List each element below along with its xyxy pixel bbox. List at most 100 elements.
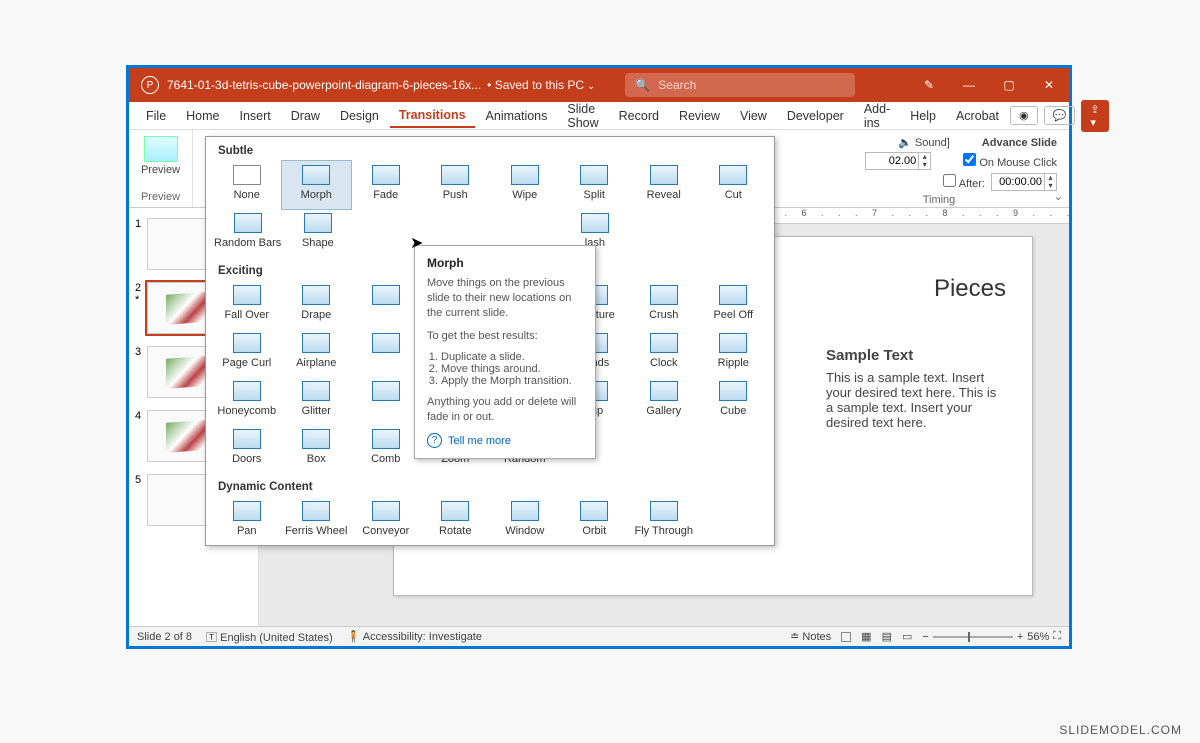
transition-push[interactable]: Push [421,161,491,209]
transition-box[interactable]: Box [282,425,352,473]
tooltip-note: Anything you add or delete will fade in … [427,395,583,425]
menu-design[interactable]: Design [331,105,388,127]
save-status[interactable]: • Saved to this PC [487,78,595,92]
menu-home[interactable]: Home [177,105,228,127]
transition-wipe[interactable]: Wipe [490,161,560,209]
menu-transitions[interactable]: Transitions [390,104,475,128]
onclick-checkbox[interactable]: On Mouse Click [963,153,1057,169]
transition-fly-through[interactable]: Fly Through [629,497,699,545]
preview-icon [144,136,178,162]
menu-insert[interactable]: Insert [231,105,280,127]
transition-drape[interactable]: Drape [282,281,352,329]
timing-group: 🔈 Sound] Advance Slide ▴▾ On Mouse Click… [809,130,1069,207]
search-placeholder: Search [658,78,696,92]
menu-review[interactable]: Review [670,105,729,127]
menu-addins[interactable]: Add-ins [855,98,899,134]
share-button[interactable]: ⇪ ▾ [1081,100,1108,132]
sorter-view-icon[interactable]: ▦ [861,630,871,643]
tell-me-more-link[interactable]: Tell me more [427,433,583,448]
search-icon: 🔍 [635,78,650,92]
transition-morph[interactable]: Morph [282,161,352,209]
transition-cut[interactable]: Cut [699,161,769,209]
after-checkbox[interactable]: After: [943,174,985,190]
close-button[interactable]: ✕ [1029,68,1069,102]
preview-group: Preview Preview [129,130,193,207]
menu-animations[interactable]: Animations [477,105,557,127]
document-title: 7641-01-3d-tetris-cube-powerpoint-diagra… [167,78,481,92]
transition-honeycomb[interactable]: Honeycomb [212,377,282,425]
transitions-gallery: Subtle NoneMorphFadePushWipeSplitRevealC… [205,136,775,546]
ribbon-collapse-icon[interactable]: ⌄ [1054,190,1063,203]
section-subtle: Subtle [206,137,774,161]
transition-split[interactable]: Split [560,161,630,209]
fit-icon[interactable]: ⛶ [1053,630,1061,643]
transition-pan[interactable]: Pan [212,497,282,545]
after-input[interactable] [992,176,1044,188]
transition-rotate[interactable]: Rotate [421,497,491,545]
status-bar: Slide 2 of 8 🅃 English (United States) 🧍… [129,626,1069,646]
transition-glitter[interactable]: Glitter [282,377,352,425]
minimize-button[interactable]: — [949,68,989,102]
duration-spinner[interactable]: ▴▾ [865,152,931,170]
transition-shape[interactable]: Shape [283,209,352,257]
sound-label: 🔈 Sound] [898,136,950,149]
transition-comb[interactable]: Comb [351,425,421,473]
menu-help[interactable]: Help [901,105,945,127]
menu-draw[interactable]: Draw [282,105,329,127]
maximize-button[interactable]: ▢ [989,68,1029,102]
transition-random-bars[interactable]: Random Bars [212,209,283,257]
transition-reveal[interactable]: Reveal [629,161,699,209]
transition-none[interactable]: None [212,161,282,209]
zoom-level: 56% [1027,631,1049,643]
tooltip-steps: Duplicate a slide. Move things around. A… [441,351,583,387]
slide-title: Pieces [934,275,1006,303]
transition-orbit[interactable]: Orbit [560,497,630,545]
notes-button[interactable]: ≐ Notes [790,630,831,643]
menu-acrobat[interactable]: Acrobat [947,105,1008,127]
transition-ripple[interactable]: Ripple [699,329,769,377]
menu-view[interactable]: View [731,105,776,127]
record-button[interactable]: ◉ [1010,106,1038,125]
transition-gallery[interactable]: Gallery [629,377,699,425]
zoom-control[interactable]: −+ 56% ⛶ [922,630,1061,643]
transition-airplane[interactable]: Airplane [282,329,352,377]
transition-ferris-wheel[interactable]: Ferris Wheel [282,497,352,545]
slide-subheading: Sample Text [826,347,1006,364]
accessibility-indicator[interactable]: 🧍 Accessibility: Investigate [347,630,482,643]
app-window: P 7641-01-3d-tetris-cube-powerpoint-diag… [126,65,1072,649]
transition-doors[interactable]: Doors [212,425,282,473]
tooltip-title: Morph [427,256,583,270]
transition-peel-off[interactable]: Peel Off [699,281,769,329]
transition-clock[interactable]: Clock [629,329,699,377]
menu-developer[interactable]: Developer [778,105,853,127]
transition-crush[interactable]: Crush [629,281,699,329]
transition-conveyor[interactable]: Conveyor [351,497,421,545]
advance-slide-label: Advance Slide [982,137,1057,149]
language-indicator[interactable]: 🅃 English (United States) [206,629,333,645]
transition-fade[interactable]: Fade [351,161,421,209]
pen-icon[interactable]: ✎ [909,68,949,102]
after-spinner[interactable]: ▴▾ [991,173,1057,191]
menu-slideshow[interactable]: Slide Show [558,98,607,134]
transition-window[interactable]: Window [490,497,560,545]
duration-input[interactable] [866,155,918,167]
powerpoint-icon: P [141,76,159,94]
comments-button[interactable]: 💬 [1044,106,1076,125]
tooltip-besthdr: To get the best results: [427,329,583,344]
menu-record[interactable]: Record [610,105,668,127]
watermark: SLIDEMODEL.COM [1059,723,1182,737]
search-box[interactable]: 🔍 Search [625,73,855,97]
menu-file[interactable]: File [137,105,175,127]
preview-group-label: Preview [139,191,182,203]
normal-view-icon[interactable] [841,632,851,642]
transition-cube[interactable]: Cube [699,377,769,425]
tooltip-desc: Move things on the previous slide to the… [427,276,583,321]
reading-view-icon[interactable]: ▤ [882,630,892,643]
transition-fall-over[interactable]: Fall Over [212,281,282,329]
section-dynamic: Dynamic Content [206,473,774,497]
slideshow-view-icon[interactable]: ▭ [902,630,912,643]
transition-page-curl[interactable]: Page Curl [212,329,282,377]
menu-bar: File Home Insert Draw Design Transitions… [129,102,1069,130]
slide-text-box: Sample Text This is a sample text. Inser… [826,347,1006,430]
preview-button[interactable]: Preview [139,134,182,176]
